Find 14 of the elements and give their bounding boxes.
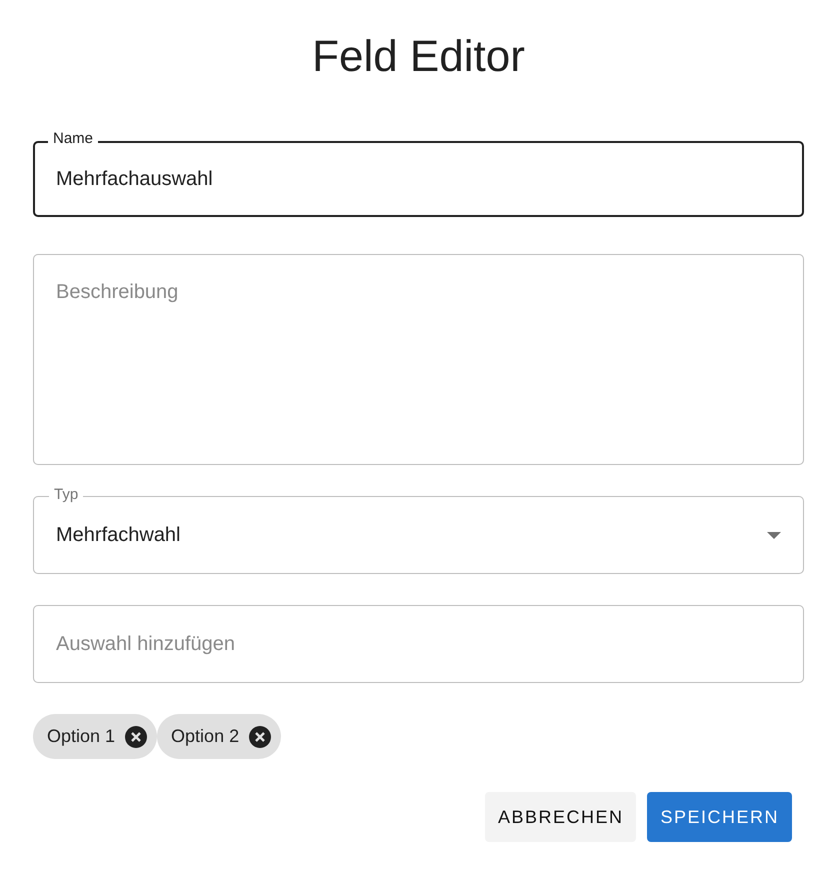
choice-input-field[interactable]: Auswahl hinzufügen <box>33 605 804 684</box>
chip-label: Option 1 <box>47 725 116 748</box>
select-value: Mehrfachwahl <box>56 523 182 548</box>
description-field[interactable]: Beschreibung <box>33 254 804 466</box>
field-label: Typ <box>49 486 84 504</box>
option-chip[interactable]: Option 1 <box>33 714 158 760</box>
cancel-button[interactable]: ABBRECHEN <box>484 792 636 842</box>
option-chip[interactable]: Option 2 <box>157 714 282 760</box>
close-icon[interactable] <box>125 726 148 748</box>
chip-label: Option 2 <box>171 725 240 748</box>
dialog-title: Feld Editor <box>311 31 526 83</box>
dropdown-caret-icon[interactable] <box>767 532 781 539</box>
save-button[interactable]: SPEICHERN <box>647 792 792 842</box>
close-icon[interactable] <box>249 726 272 748</box>
